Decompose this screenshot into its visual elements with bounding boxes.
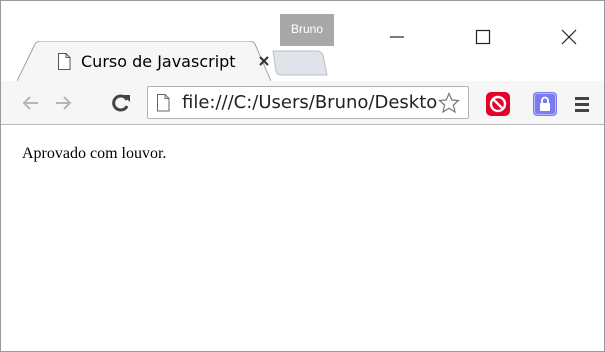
- page-content: Aprovado com louvor.: [1, 125, 604, 351]
- forward-button[interactable]: [49, 89, 77, 117]
- reload-button[interactable]: [107, 89, 135, 117]
- tab-strip: Curso de Javascript: [1, 41, 604, 81]
- page-icon: [58, 53, 71, 70]
- result-text: Aprovado com louvor.: [22, 145, 167, 162]
- url-text[interactable]: file:///C:/Users/Bruno/Desktop: [182, 91, 438, 115]
- back-icon: [22, 96, 38, 110]
- tab-close-icon[interactable]: [257, 54, 271, 68]
- tab-title: Curso de Javascript: [81, 52, 236, 71]
- reload-icon: [112, 94, 130, 112]
- toolbar: file:///C:/Users/Bruno/Desktop: [1, 81, 604, 125]
- star-icon[interactable]: [438, 92, 460, 114]
- address-bar[interactable]: file:///C:/Users/Bruno/Desktop: [147, 86, 469, 119]
- extension-icon[interactable]: [532, 91, 558, 117]
- new-tab-button[interactable]: [271, 49, 329, 77]
- extension-icon[interactable]: [485, 91, 511, 117]
- page-icon: [157, 94, 170, 112]
- title-bar: Bruno Curso de Javascript: [1, 1, 604, 81]
- forward-icon: [56, 96, 72, 110]
- back-button[interactable]: [17, 89, 45, 117]
- browser-window: Bruno Curso de Javascript file:///C:/Use…: [0, 0, 605, 352]
- tab-curso-de-javascript[interactable]: Curso de Javascript: [17, 41, 271, 81]
- menu-icon[interactable]: [573, 93, 591, 115]
